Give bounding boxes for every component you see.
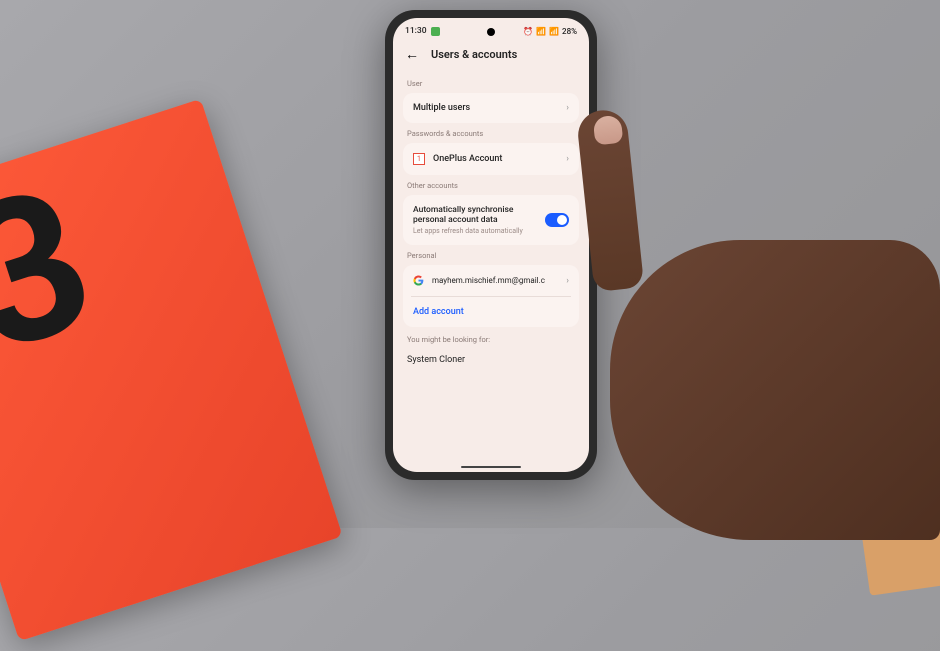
status-time: 11:30 [405,26,427,36]
phone-frame: 11:30 ⏰ 📶 📶 28% ← Users & accounts User … [385,10,597,480]
section-label-passwords: Passwords & accounts [407,129,575,138]
home-indicator[interactable] [461,466,521,468]
system-cloner-row[interactable]: System Cloner [403,349,579,371]
google-account-row[interactable]: mayhem.mischief.mm@gmail.c › [403,265,579,296]
page-header: ← Users & accounts [393,40,589,73]
oneplus-icon: 1 [413,153,425,165]
box-fragment [851,440,940,595]
google-icon [413,275,424,286]
personal-group: mayhem.mischief.mm@gmail.c › Add account [403,265,579,327]
screen: 11:30 ⏰ 📶 📶 28% ← Users & accounts User … [393,18,589,472]
chevron-right-icon: › [566,103,569,113]
section-label-looking: You might be looking for: [407,335,575,344]
content-area: User Multiple users › Passwords & accoun… [393,79,589,371]
system-cloner-label: System Cloner [407,355,465,365]
section-label-other: Other accounts [407,181,575,190]
auto-sync-title: Automatically synchronise personal accou… [413,205,545,225]
battery-text: 28% [562,27,577,36]
google-account-email: mayhem.mischief.mm@gmail.c [432,276,558,285]
section-label-personal: Personal [407,251,575,260]
status-indicator-icon [431,27,440,36]
multiple-users-row[interactable]: Multiple users › [403,93,579,123]
signal-icon: 📶 [549,27,559,36]
camera-hole [487,28,495,36]
wifi-icon: 📶 [536,27,546,36]
add-account-label: Add account [413,307,464,317]
auto-sync-row[interactable]: Automatically synchronise personal accou… [403,195,579,245]
alarm-icon: ⏰ [523,27,533,36]
back-button[interactable]: ← [405,46,419,63]
product-box-text: 13 [0,183,88,394]
multiple-users-label: Multiple users [413,103,470,113]
page-title: Users & accounts [431,48,517,61]
auto-sync-subtitle: Let apps refresh data automatically [413,227,545,235]
chevron-right-icon: › [566,154,569,164]
auto-sync-toggle[interactable] [545,213,569,227]
oneplus-account-row[interactable]: 1 OnePlus Account › [403,143,579,175]
oneplus-account-label: OnePlus Account [433,154,502,164]
product-box: 13 [0,99,343,642]
section-label-user: User [407,79,575,88]
add-account-button[interactable]: Add account [403,297,579,327]
chevron-right-icon: › [566,276,569,286]
